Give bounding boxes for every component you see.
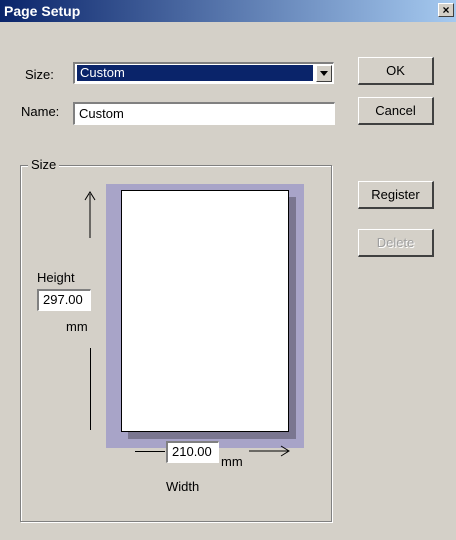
size-group-label: Size: [28, 157, 60, 172]
size-label: Size:: [25, 67, 54, 82]
title-bar: Page Setup ×: [0, 0, 456, 22]
width-unit: mm: [221, 454, 243, 469]
name-field[interactable]: Custom: [73, 102, 335, 125]
width-arrow-right-icon: [249, 445, 290, 457]
height-line: [90, 348, 91, 430]
height-label: Height: [37, 270, 75, 285]
cancel-button[interactable]: Cancel: [358, 97, 434, 125]
ok-button[interactable]: OK: [358, 57, 434, 85]
width-field[interactable]: 210.00: [166, 441, 219, 463]
chevron-down-icon[interactable]: [316, 65, 332, 82]
register-button[interactable]: Register: [358, 181, 434, 209]
height-arrow-up-icon: [84, 191, 96, 238]
size-select[interactable]: Custom: [73, 62, 334, 84]
width-line: [135, 451, 165, 452]
height-unit: mm: [66, 319, 88, 334]
name-label: Name:: [21, 104, 60, 119]
height-field[interactable]: 297.00: [37, 289, 91, 311]
size-select-value: Custom: [77, 65, 313, 81]
close-icon: ×: [442, 3, 450, 17]
paper-preview: [121, 190, 289, 432]
dialog-title: Page Setup: [4, 3, 81, 19]
delete-button: Delete: [358, 229, 434, 257]
close-button[interactable]: ×: [438, 3, 454, 17]
width-label: Width: [166, 479, 200, 494]
